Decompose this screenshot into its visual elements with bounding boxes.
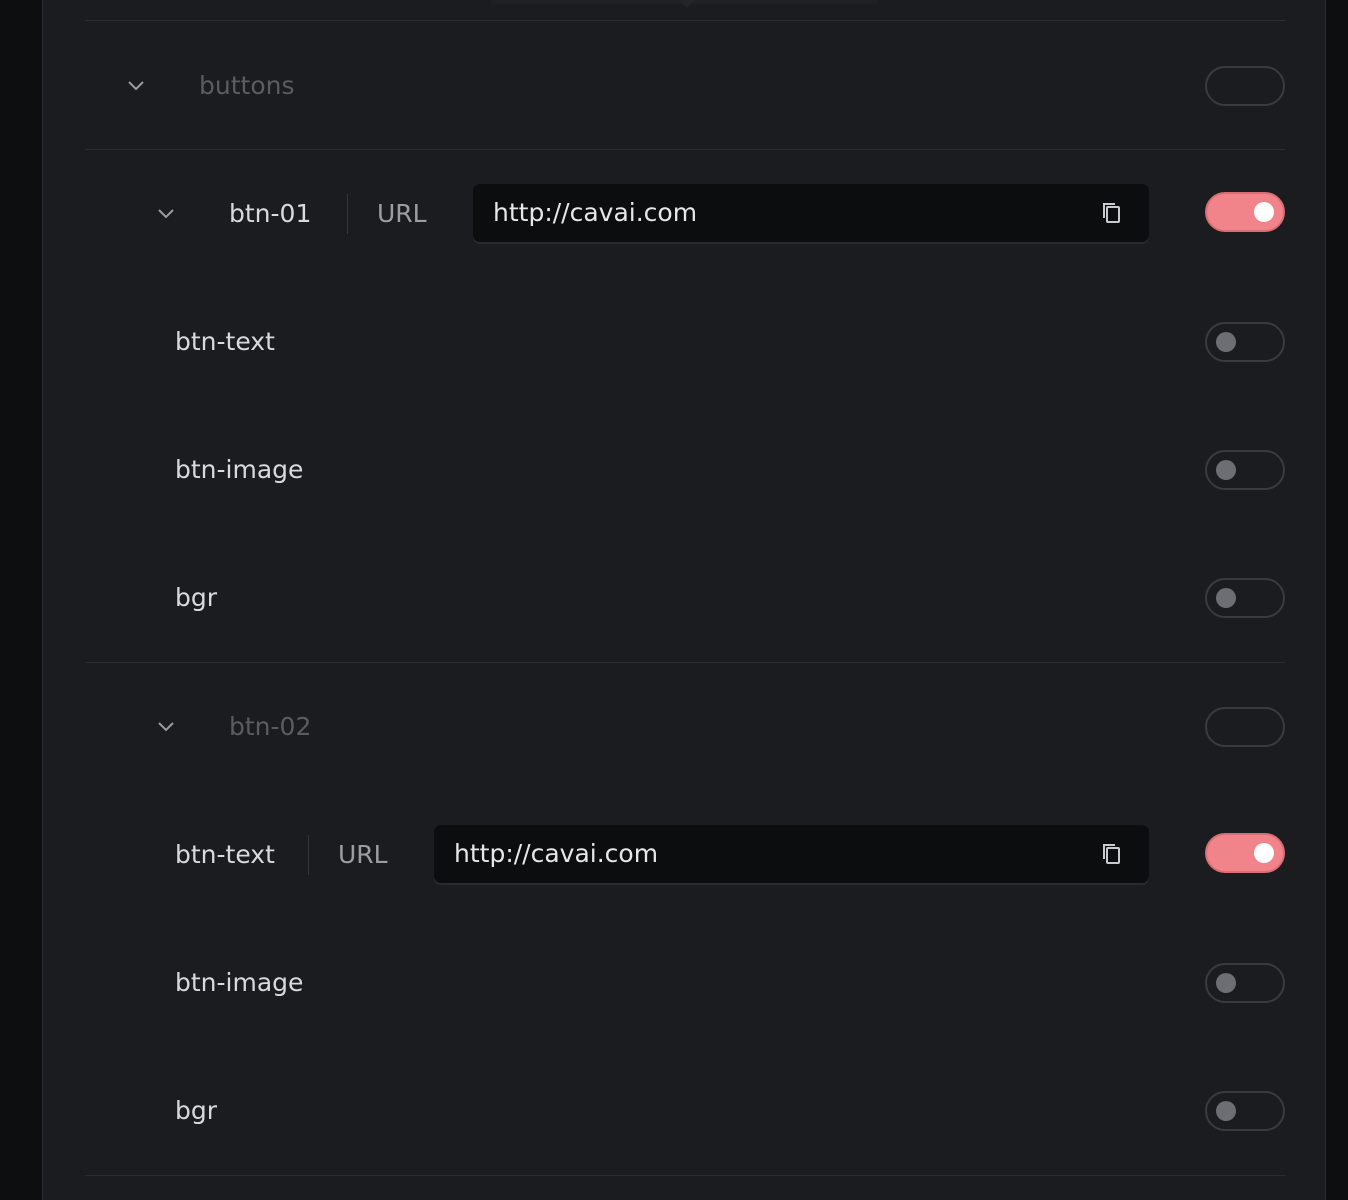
copy-icon[interactable] xyxy=(1100,201,1122,225)
section-row-buttons: buttons xyxy=(43,56,1325,116)
item-row: bgr xyxy=(43,568,1325,628)
divider xyxy=(85,20,1285,21)
item-toggle[interactable] xyxy=(1205,578,1285,618)
toggle-knob xyxy=(1254,843,1274,863)
popover-notch xyxy=(489,0,879,8)
section-toggle[interactable] xyxy=(1205,66,1285,106)
divider xyxy=(85,1175,1285,1176)
toggle-knob xyxy=(1216,460,1236,480)
settings-panel: buttons btn-01 URL http://cavai.com btn-… xyxy=(42,0,1326,1200)
divider xyxy=(85,149,1285,150)
group-row-btn-01: btn-01 URL http://cavai.com xyxy=(43,184,1325,244)
group-name: btn-02 xyxy=(229,712,312,741)
url-value: http://cavai.com xyxy=(454,839,659,868)
toggle-knob xyxy=(1216,973,1236,993)
toggle-knob xyxy=(1216,1101,1236,1121)
item-name: bgr xyxy=(175,583,218,612)
section-title: buttons xyxy=(199,71,295,100)
url-label: URL xyxy=(338,840,388,869)
group-toggle-btn-01[interactable] xyxy=(1205,192,1285,232)
item-row: btn-image xyxy=(43,953,1325,1013)
item-name: bgr xyxy=(175,1096,218,1125)
item-row: btn-text xyxy=(43,312,1325,372)
url-value: http://cavai.com xyxy=(493,198,698,227)
separator xyxy=(347,194,348,234)
url-label: URL xyxy=(377,199,427,228)
copy-icon[interactable] xyxy=(1100,842,1122,866)
item-row: bgr xyxy=(43,1081,1325,1141)
chevron-down-icon[interactable] xyxy=(127,78,145,92)
item-toggle[interactable] xyxy=(1205,450,1285,490)
toggle-knob xyxy=(1254,202,1274,222)
toggle-knob xyxy=(1216,588,1236,608)
item-toggle[interactable] xyxy=(1205,833,1285,873)
item-name: btn-text xyxy=(175,327,275,356)
url-field[interactable]: http://cavai.com xyxy=(434,825,1149,883)
item-row: btn-text URL http://cavai.com xyxy=(43,825,1325,885)
divider xyxy=(85,662,1285,663)
chevron-down-icon[interactable] xyxy=(157,719,175,733)
url-field[interactable]: http://cavai.com xyxy=(473,184,1149,242)
item-row: btn-image xyxy=(43,440,1325,500)
item-toggle[interactable] xyxy=(1205,1091,1285,1131)
separator xyxy=(308,835,309,875)
item-name: btn-text xyxy=(175,840,275,869)
group-name: btn-01 xyxy=(229,199,312,228)
item-toggle[interactable] xyxy=(1205,963,1285,1003)
item-name: btn-image xyxy=(175,968,304,997)
toggle-knob xyxy=(1216,332,1236,352)
chevron-down-icon[interactable] xyxy=(157,206,175,220)
group-row-btn-02: btn-02 xyxy=(43,697,1325,757)
item-name: btn-image xyxy=(175,455,304,484)
group-toggle-btn-02[interactable] xyxy=(1205,707,1285,747)
item-toggle[interactable] xyxy=(1205,322,1285,362)
